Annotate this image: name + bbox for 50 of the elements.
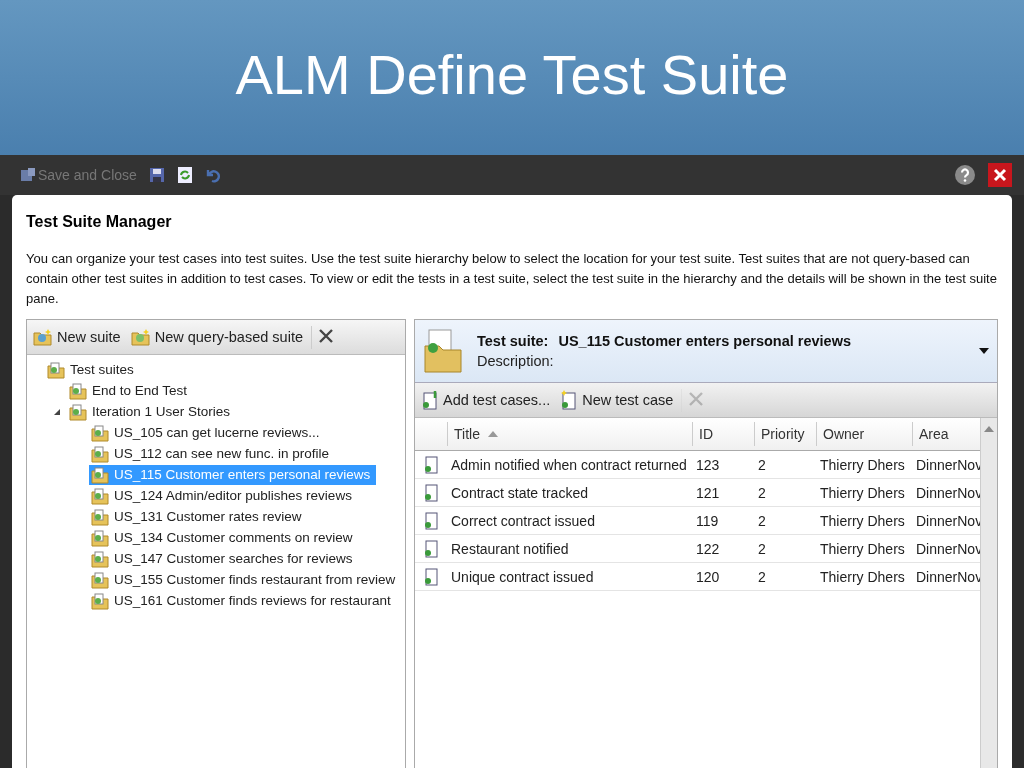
tree-item[interactable]: Test suites xyxy=(45,359,140,380)
dialog-title: Test Suite Manager xyxy=(26,213,173,231)
tree-item[interactable]: US_155 Customer finds restaurant from review xyxy=(89,569,402,590)
column-header[interactable]: Title xyxy=(447,422,692,446)
slide-title: ALM Define Test Suite xyxy=(235,42,789,107)
table-cell-text: DinnerNov xyxy=(915,484,980,501)
tree-item[interactable]: US_161 Customer finds reviews for restaurant xyxy=(89,590,397,611)
suite-label: Test suite: xyxy=(477,333,549,349)
table-cell-text: 2 xyxy=(757,512,767,529)
table-cell-text: Thierry Dhers xyxy=(819,512,906,529)
table-cell-text: DinnerNov xyxy=(915,456,980,473)
tree-item[interactable]: US_124 Admin/editor publishes reviews xyxy=(89,485,358,506)
table-cell-text: Thierry Dhers xyxy=(819,456,906,473)
intro-text: You can organize your test cases into test suites. Use the test suite hierarchy below to select the location for your test suite. Test suites that are not query-based can contain other test suites in addition to test cases. To view or edit the tests in a test suite, select the test suite in the hierarchy and the details will be shown in the test suite pane. xyxy=(26,250,998,308)
table-cell-text: 119 xyxy=(695,512,720,529)
tree-item[interactable]: US_134 Customer comments on review xyxy=(89,527,359,548)
table-cell-text: Correct contract issued xyxy=(450,512,596,529)
table-cell-text: DinnerNov xyxy=(915,540,980,557)
table-cell-text: DinnerNov xyxy=(915,512,980,529)
table-cell-text: Admin notified when contract returned xyxy=(450,456,688,473)
column-header[interactable]: ID xyxy=(692,422,754,446)
add-test-cases-button[interactable]: Add test cases... xyxy=(419,388,553,412)
column-header[interactable]: Owner xyxy=(816,422,912,446)
tree-item[interactable]: Iteration 1 User Stories xyxy=(67,401,237,422)
tree-item[interactable]: US_105 can get lucerne reviews... xyxy=(89,422,326,443)
table-cell-text: Thierry Dhers xyxy=(819,568,906,585)
table-cell-text: 2 xyxy=(757,540,767,557)
table-cell-text: 123 xyxy=(695,456,721,473)
tree-item[interactable]: US_112 can see new func. in profile xyxy=(89,443,336,464)
table-cell-text: Thierry Dhers xyxy=(819,540,906,557)
tree-item[interactable]: US_147 Customer searches for reviews xyxy=(89,548,359,569)
table-cell-text: Restaurant notified xyxy=(450,540,570,557)
table-cell-text: Contract state tracked xyxy=(450,484,589,501)
table-cell-text: 120 xyxy=(695,568,721,585)
new-test-case-button[interactable]: New test case xyxy=(558,388,676,412)
new-suite-button[interactable]: New suite xyxy=(31,326,123,348)
table-cell-text: 2 xyxy=(757,568,767,585)
table-cell-text: Thierry Dhers xyxy=(819,484,906,501)
suite-name: US_115 Customer enters personal reviews xyxy=(558,333,851,349)
table-cell-text: 121 xyxy=(695,484,721,501)
column-header[interactable]: Priority xyxy=(754,422,816,446)
tree-item[interactable]: US_131 Customer rates review xyxy=(89,506,308,527)
tree-item[interactable]: End to End Test xyxy=(67,380,194,401)
new-query-suite-button[interactable]: New query-based suite xyxy=(128,326,305,348)
description-label: Description: xyxy=(477,353,555,369)
table-cell-text: 122 xyxy=(695,540,721,557)
table-cell-text: 2 xyxy=(757,456,767,473)
table-cell-text: Unique contract issued xyxy=(450,568,595,585)
table-cell-text: DinnerNov xyxy=(915,568,980,585)
table-cell-text: 2 xyxy=(757,484,767,501)
